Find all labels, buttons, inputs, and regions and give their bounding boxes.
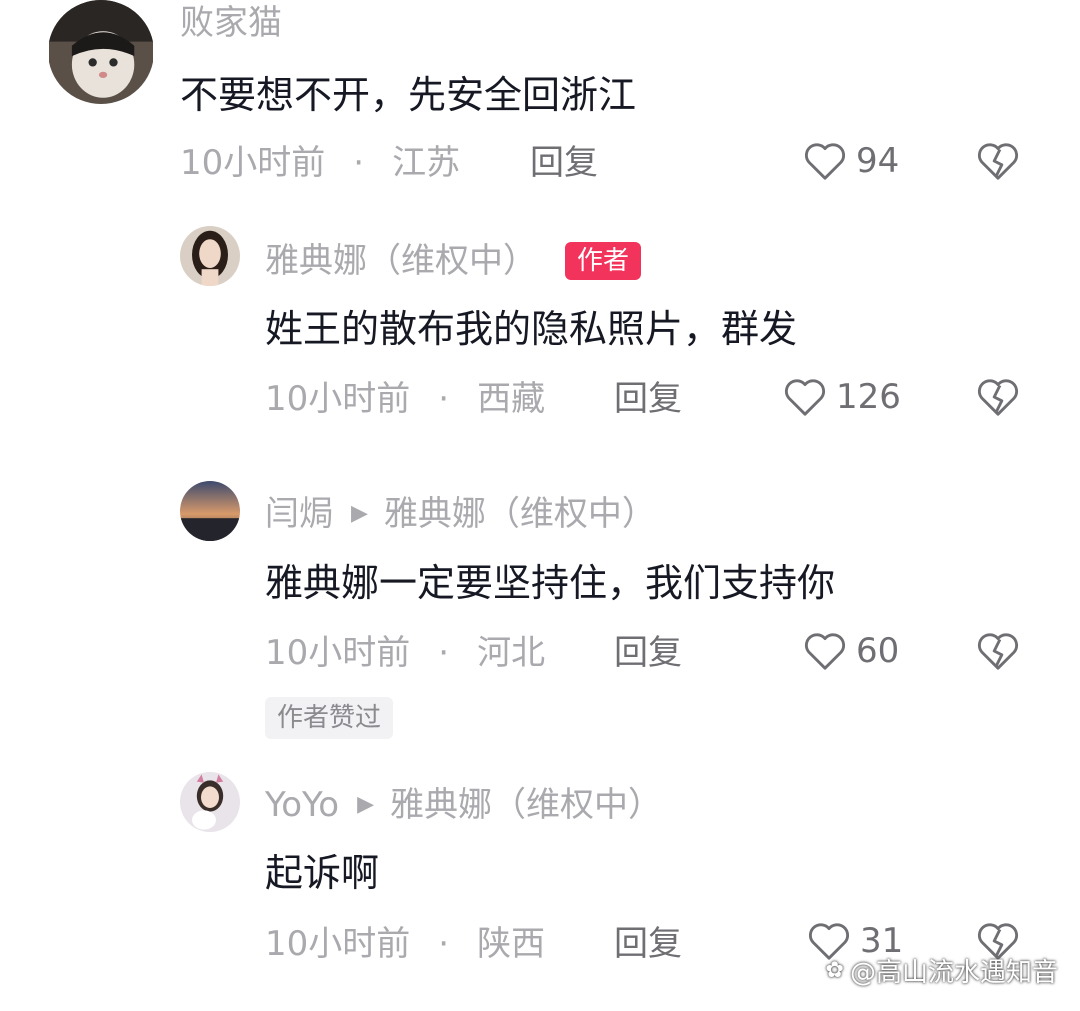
heart-outline-icon <box>784 379 826 416</box>
comment-text: 姓王的散布我的隐私照片，群发 <box>265 307 798 351</box>
comment-meta: 10小时前 · 江苏 <box>180 146 460 180</box>
play-triangle-icon: ▶ <box>351 501 368 526</box>
reply-to-username[interactable]: 雅典娜（维权中） <box>384 497 656 531</box>
separator-dot: · <box>438 379 450 419</box>
broken-heart-icon[interactable] <box>975 140 1021 182</box>
play-triangle-icon: ▶ <box>357 792 375 817</box>
reply-button[interactable]: 回复 <box>614 382 682 416</box>
username[interactable]: 雅典娜（维权中） 作者 <box>265 242 642 280</box>
location: 江苏 <box>392 143 461 183</box>
reply-button[interactable]: 回复 <box>530 146 598 180</box>
avatar[interactable] <box>48 0 154 104</box>
comment-meta: 10小时前 · 陕西 <box>265 927 545 961</box>
reply-button[interactable]: 回复 <box>614 636 682 670</box>
username[interactable]: YoYo ▶ 雅典娜（维权中） <box>265 788 662 822</box>
author-badge: 作者 <box>565 242 642 280</box>
like-count: 94 <box>856 141 900 181</box>
location: 陕西 <box>477 924 546 964</box>
timestamp: 10小时前 <box>265 633 411 673</box>
location: 西藏 <box>477 379 546 419</box>
comment-text: 不要想不开，先安全回浙江 <box>180 73 637 117</box>
username-text[interactable]: 雅典娜（维权中） <box>265 244 537 278</box>
comment-text: 起诉啊 <box>265 851 380 895</box>
author-liked-tag: 作者赞过 <box>265 697 394 739</box>
paw-icon: ✿ <box>825 958 844 983</box>
username-text[interactable]: YoYo <box>265 788 339 822</box>
timestamp: 10小时前 <box>180 143 326 183</box>
username-text[interactable]: 败家猫 <box>180 6 282 40</box>
timestamp: 10小时前 <box>265 379 411 419</box>
username[interactable]: 败家猫 <box>180 6 282 40</box>
comment-meta: 10小时前 · 河北 <box>265 636 545 670</box>
watermark-text: @高山流水遇知音 <box>849 958 1058 988</box>
like-button[interactable]: 126 <box>782 376 901 418</box>
avatar[interactable] <box>180 481 240 541</box>
cat-avatar-image <box>49 0 153 104</box>
heart-outline-icon <box>804 143 846 180</box>
comment-meta: 10小时前 · 西藏 <box>265 382 545 416</box>
separator-dot: · <box>438 633 450 673</box>
heart-outline-icon <box>804 633 846 670</box>
like-count: 126 <box>836 377 901 417</box>
timestamp: 10小时前 <box>265 924 411 964</box>
username[interactable]: 闫焗 ▶ 雅典娜（维权中） <box>265 497 656 531</box>
reply-button[interactable]: 回复 <box>614 927 682 961</box>
like-button[interactable]: 94 <box>802 140 899 182</box>
username-text[interactable]: 闫焗 <box>265 497 333 531</box>
broken-heart-icon[interactable] <box>975 630 1021 672</box>
woman-avatar-image <box>180 226 240 286</box>
avatar[interactable] <box>180 772 240 832</box>
girl-avatar-image <box>180 772 240 832</box>
separator-dot: · <box>438 924 450 964</box>
location: 河北 <box>477 633 546 673</box>
avatar[interactable] <box>180 226 240 286</box>
like-count: 60 <box>856 631 900 671</box>
comment-text: 雅典娜一定要坚持住，我们支持你 <box>265 561 836 605</box>
watermark: ✿ @高山流水遇知音 <box>826 952 1058 989</box>
reply-to-username[interactable]: 雅典娜（维权中） <box>390 788 662 822</box>
broken-heart-icon[interactable] <box>975 376 1021 418</box>
like-button[interactable]: 60 <box>802 630 899 672</box>
sunset-avatar-image <box>180 481 240 541</box>
separator-dot: · <box>353 143 365 183</box>
